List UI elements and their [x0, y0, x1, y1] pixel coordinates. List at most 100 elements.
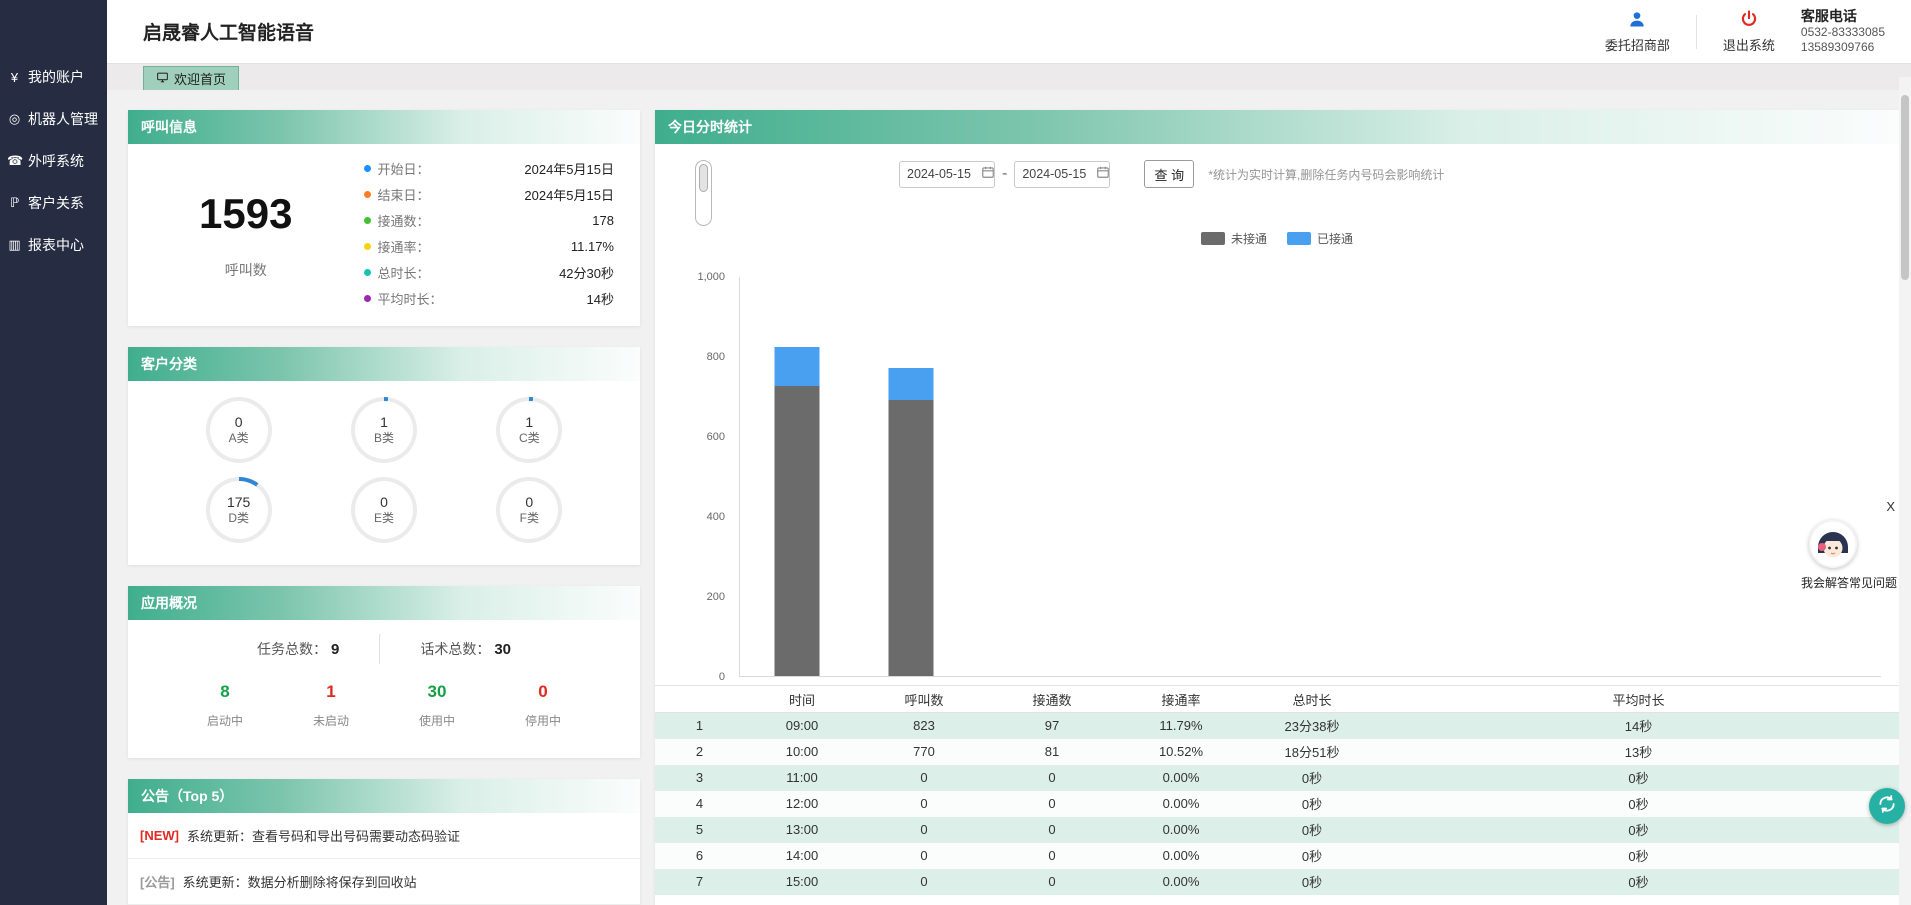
- date-to-box[interactable]: [1014, 161, 1110, 188]
- sidebar-item-外呼系统[interactable]: ☎外呼系统: [0, 140, 107, 182]
- tab-welcome-home[interactable]: 欢迎首页: [143, 66, 239, 90]
- table-row: 715:00000.00%0秒0秒: [655, 869, 1899, 895]
- table-cell: 0: [860, 765, 988, 791]
- robot-icon: ◎: [7, 111, 22, 127]
- assistant-widget: X 我会解答常见问题: [1767, 498, 1897, 591]
- hourly-stats-table: 时间呼叫数接通数接通率总时长平均时长 109:008239711.79%23分3…: [655, 685, 1899, 895]
- logout-button[interactable]: 退出系统: [1723, 9, 1775, 54]
- query-button[interactable]: 查 询: [1144, 160, 1194, 188]
- y-tick-label: 1,000: [697, 271, 725, 283]
- announcement-item[interactable]: [公告]系统更新：数据分析删除将保存到回收站: [128, 859, 640, 905]
- metric-label: 启动中: [207, 712, 243, 729]
- announcement-text: 系统更新：查看号码和导出号码需要动态码验证: [187, 826, 460, 845]
- class-value: 1: [380, 414, 388, 432]
- stat-value: 2024年5月15日: [524, 185, 614, 204]
- service-fab-button[interactable]: [1869, 788, 1905, 824]
- customer-class-title: 客户分类: [128, 347, 640, 381]
- table-cell: 11.79%: [1116, 713, 1246, 739]
- class-ring-icon: 175D类: [206, 477, 272, 543]
- date-filter-toolbar: - 查 询 *统计为实时计算,删除任务内号码会影响统计: [899, 160, 1899, 188]
- class-label: C类: [519, 431, 540, 446]
- stat-label: 接通数：: [378, 211, 430, 230]
- sidebar-item-报表中心[interactable]: ▥报表中心: [0, 224, 107, 266]
- stats-table-head-row: 时间呼叫数接通数接通率总时长平均时长: [655, 686, 1899, 713]
- table-row: 311:00000.00%0秒0秒: [655, 765, 1899, 791]
- table-cell: 15:00: [744, 869, 860, 895]
- service-phone-block: 客服电话 0532-83333085 13589309766: [1801, 8, 1885, 56]
- date-to-input[interactable]: [1022, 167, 1092, 181]
- sidebar-item-机器人管理[interactable]: ◎机器人管理: [0, 98, 107, 140]
- call-info-body: 1593 呼叫数 开始日：2024年5月15日结束日：2024年5月15日接通数…: [128, 144, 640, 326]
- table-cell: 0: [988, 817, 1116, 843]
- assistant-avatar[interactable]: [1809, 520, 1857, 568]
- class-label: F类: [520, 511, 539, 526]
- table-cell: 0: [988, 843, 1116, 869]
- legend-item-已接通[interactable]: 已接通: [1287, 230, 1353, 247]
- table-cell: 770: [860, 739, 988, 765]
- table-cell: 0: [860, 817, 988, 843]
- announcement-text: 系统更新：数据分析删除将保存到回收站: [183, 872, 417, 891]
- mini-scrollbar-thumb[interactable]: [699, 164, 708, 192]
- merchant-button[interactable]: 委托招商部: [1605, 9, 1670, 54]
- table-cell: 0.00%: [1116, 843, 1246, 869]
- y-tick-label: 0: [719, 671, 725, 683]
- tab-bar: 欢迎首页: [107, 63, 1911, 90]
- date-from-input[interactable]: [907, 167, 977, 181]
- y-tick-label: 800: [707, 351, 725, 363]
- table-cell: 0: [988, 791, 1116, 817]
- stat-value: 42分30秒: [559, 263, 614, 282]
- table-cell: 0秒: [1378, 869, 1899, 895]
- stat-dot-icon: [364, 191, 371, 198]
- customer-class-card: 客户分类 0A类1B类1C类175D类0E类0F类: [128, 347, 640, 565]
- power-icon: [1739, 9, 1759, 32]
- stat-dot-icon: [364, 217, 371, 224]
- app-metric-停用中: 0停用中: [525, 682, 561, 729]
- date-from-box[interactable]: [899, 161, 995, 188]
- stat-value: 2024年5月15日: [524, 159, 614, 178]
- hourly-stats-title: 今日分时统计: [655, 110, 1899, 144]
- hourly-bar-chart: 02004006008001,000: [655, 277, 1881, 677]
- table-cell: 3: [655, 765, 744, 791]
- table-cell: 0秒: [1378, 791, 1899, 817]
- table-cell: 10:00: [744, 739, 860, 765]
- table-cell: 0: [860, 843, 988, 869]
- sync-icon: [1877, 794, 1897, 819]
- sidebar-item-我的账户[interactable]: ¥我的账户: [0, 56, 107, 98]
- call-info-card: 呼叫信息 1593 呼叫数 开始日：2024年5月15日结束日：2024年5月1…: [128, 110, 640, 326]
- class-ring-inner: 175D类: [210, 481, 268, 539]
- stat-dot-icon: [364, 243, 371, 250]
- window-scrollbar-thumb[interactable]: [1901, 95, 1909, 280]
- table-cell: 81: [988, 739, 1116, 765]
- bar-10:00: [889, 368, 934, 676]
- table-cell: 0: [988, 869, 1116, 895]
- table-cell: 5: [655, 817, 744, 843]
- top-header: 启晟睿人工智能语音 委托招商部 退出系统 客服电话 053: [107, 0, 1911, 63]
- bar-connected-segment: [775, 347, 820, 386]
- metric-label: 使用中: [419, 712, 455, 729]
- sidebar-item-label: 外呼系统: [28, 151, 84, 171]
- table-header-cell: 总时长: [1246, 686, 1378, 713]
- legend-label: 未接通: [1231, 230, 1267, 247]
- app-root: ¥我的账户◎机器人管理☎外呼系统ℙ客户关系▥报表中心 启晟睿人工智能语音 委托招…: [0, 0, 1911, 905]
- legend-item-未接通[interactable]: 未接通: [1201, 230, 1267, 247]
- mini-scrollbar[interactable]: [695, 160, 712, 226]
- assistant-close-button[interactable]: X: [1886, 499, 1895, 514]
- call-info-stat: 平均时长：14秒: [364, 289, 614, 308]
- calendar-icon: [1096, 165, 1110, 184]
- assistant-tip: 我会解答常见问题: [1767, 574, 1897, 591]
- announcements-card: 公告（Top 5） [NEW]系统更新：查看号码和导出号码需要动态码验证[公告]…: [128, 779, 640, 905]
- call-info-stat: 结束日：2024年5月15日: [364, 185, 614, 204]
- left-column: 呼叫信息 1593 呼叫数 开始日：2024年5月15日结束日：2024年5月1…: [128, 110, 640, 905]
- stats-table-body: 109:008239711.79%23分38秒14秒210:007708110.…: [655, 713, 1899, 895]
- class-value: 0: [525, 494, 533, 512]
- sidebar-item-客户关系[interactable]: ℙ客户关系: [0, 182, 107, 224]
- app-overview-title: 应用概况: [128, 586, 640, 620]
- announcement-item[interactable]: [NEW]系统更新：查看号码和导出号码需要动态码验证: [128, 813, 640, 859]
- class-ring-icon: 1C类: [496, 397, 562, 463]
- legend-swatch-icon: [1201, 232, 1225, 245]
- y-tick-label: 200: [707, 591, 725, 603]
- table-header-cell: 呼叫数: [860, 686, 988, 713]
- window-scrollbar[interactable]: [1899, 77, 1911, 905]
- customer-class-item-F类: 0F类: [457, 477, 602, 543]
- app-metrics: 8启动中1未启动30使用中0停用中: [128, 678, 640, 729]
